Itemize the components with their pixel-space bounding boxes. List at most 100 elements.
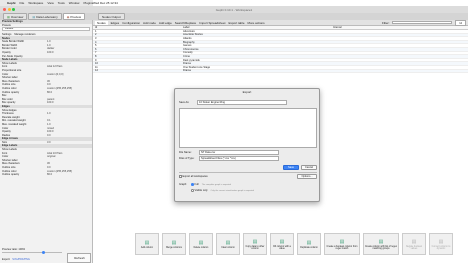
- import-spreadsheet-button[interactable]: Import Spreadsheet: [199, 21, 225, 25]
- column-id-header[interactable]: Id: [93, 26, 183, 29]
- column-action-icon: ▤: [411, 238, 417, 245]
- manage-renderers-tab[interactable]: Manage renderers: [14, 33, 35, 36]
- column-action-button[interactable]: ▤ Delete column: [189, 233, 213, 255]
- property-value[interactable]: 100.0: [47, 51, 54, 54]
- property-value[interactable]: 0.0: [47, 83, 51, 86]
- visible-only-hint: Only the current visualization graph is …: [210, 189, 254, 192]
- column-action-label: Create a boolean column from regex match: [326, 245, 358, 250]
- tab-nodes[interactable]: Nodes: [95, 20, 108, 25]
- settings-tab[interactable]: Settings: [2, 33, 11, 36]
- column-action-button[interactable]: ▤ Convert column to dynamic: [429, 233, 453, 255]
- refresh-label: Refresh: [74, 256, 85, 260]
- property-label: Proportional size: [2, 69, 22, 73]
- property-value[interactable]: 3.0: [47, 141, 51, 144]
- full-radio[interactable]: [191, 183, 194, 186]
- save-button[interactable]: Save: [283, 165, 299, 170]
- preview-ratio-slider[interactable]: [2, 251, 62, 254]
- property-label: Box opacity: [2, 101, 16, 105]
- column-actions-bar: ▤ Add column ▤ Merge columns ▤ Delete column ▤…: [135, 233, 465, 255]
- filter-input[interactable]: [392, 20, 453, 25]
- property-value[interactable]: 30: [47, 162, 50, 165]
- menu-tools[interactable]: Tools: [58, 1, 65, 5]
- settings-property-row: Outline opacity 80.0: [0, 173, 92, 177]
- property-label: Opacity: [2, 130, 11, 134]
- property-value[interactable]: 100.0: [47, 130, 54, 133]
- cell-label: One Student one Stage: [183, 65, 211, 69]
- cancel-button[interactable]: Cancel: [301, 165, 317, 170]
- column-action-button[interactable]: ▤ Clear column: [216, 233, 240, 255]
- app-menu[interactable]: Gephi: [7, 1, 16, 5]
- column-action-label: Convert column to dynamic: [431, 245, 451, 250]
- property-value[interactable]: original: [47, 155, 55, 158]
- property-value[interactable]: 0.1: [47, 119, 51, 122]
- column-action-label: Add column: [140, 246, 154, 249]
- export-all-checkbox[interactable]: [179, 175, 182, 178]
- save-as-input[interactable]: 10 Stoker Engine Ring: [197, 100, 287, 105]
- property-value[interactable]: 80.0: [47, 173, 52, 176]
- file-name-input[interactable]: NT Data.csv: [199, 150, 279, 155]
- presets-select[interactable]: Default: [2, 27, 90, 31]
- property-value[interactable]: Arial 12 Plain: [47, 65, 62, 68]
- menu-file[interactable]: File: [20, 1, 25, 5]
- settings-property-list: Nodes Node Border Width 1.0 Border Width 1.0…: [0, 36, 92, 176]
- property-value[interactable]: darker: [47, 47, 54, 50]
- property-value[interactable]: custom [0,0,0]: [47, 73, 63, 76]
- property-label: Node Border Width: [2, 40, 25, 44]
- property-value[interactable]: custom [255,255,255]: [47, 87, 72, 90]
- property-value[interactable]: 1.0: [47, 123, 51, 126]
- column-action-button[interactable]: ▤ Merge columns: [162, 233, 186, 255]
- property-value[interactable]: 1.0: [47, 112, 51, 115]
- column-action-button[interactable]: ▤ Create a boolean column from regex matc…: [324, 233, 360, 255]
- table-body: 1 Adventure 2 Anecdote Stories 3 Atlantis 4 Bio…: [93, 30, 468, 74]
- column-action-button[interactable]: ▤ Fill column with a value: [270, 233, 294, 255]
- filter-column-select[interactable]: Id: [455, 19, 466, 26]
- column-action-button[interactable]: ▤ Copy data to other column: [243, 233, 267, 255]
- full-label: Full: [194, 183, 199, 186]
- table-row[interactable]: 12 Drama: [93, 69, 468, 74]
- column-action-icon: ▤: [438, 238, 444, 245]
- column-action-label: Duplicate column: [300, 246, 318, 249]
- export-table-button[interactable]: Export table: [228, 21, 244, 25]
- column-action-button[interactable]: ▤ Duplicate column: [297, 233, 321, 255]
- refresh-button[interactable]: Refresh: [67, 253, 91, 263]
- configuration-button[interactable]: Configuration: [122, 21, 140, 25]
- window-title: Gephi 0.10.1 - Workspace1: [215, 7, 253, 12]
- menu-workspace[interactable]: Workspace: [28, 1, 43, 5]
- column-action-icon: ▤: [339, 238, 345, 245]
- column-action-button[interactable]: ▤ Negate boolean values: [402, 233, 426, 255]
- property-value[interactable]: 80.0: [47, 91, 52, 94]
- options-button[interactable]: Options...: [297, 174, 317, 179]
- preview-ratio-label: Preview ratio: 100%: [2, 248, 26, 251]
- tab-edges[interactable]: Edges: [111, 21, 120, 25]
- property-value[interactable]: 1.0: [47, 40, 51, 43]
- property-value[interactable]: 0.0: [47, 166, 51, 169]
- column-interval-header[interactable]: Interval: [333, 26, 463, 29]
- file-browser-area[interactable]: [179, 108, 317, 148]
- add-node-button[interactable]: Add node: [143, 21, 156, 25]
- more-actions-button[interactable]: More actions: [248, 21, 265, 25]
- cell-label: Biography: [183, 40, 195, 44]
- cell-id: 3: [95, 36, 97, 40]
- export-format-button[interactable]: SVG/PDF/PNG: [12, 258, 30, 261]
- full-hint: The complete graph is exported: [201, 183, 231, 186]
- property-value[interactable]: 100.0: [47, 101, 54, 104]
- column-action-icon: ▤: [279, 238, 285, 245]
- menu-plugins[interactable]: Plugins: [83, 1, 93, 5]
- menu-view[interactable]: View: [47, 1, 53, 5]
- files-of-type-select[interactable]: Spreadsheet Files (*.csv *.tsv): [199, 156, 279, 161]
- add-edge-button[interactable]: Add edge: [159, 21, 172, 25]
- cell-id: 5: [95, 44, 97, 48]
- column-action-button[interactable]: ▤ Add column: [135, 233, 159, 255]
- column-action-button[interactable]: ▤ Create column with list of regex matchi…: [363, 233, 399, 255]
- column-label-header[interactable]: Label: [183, 26, 333, 29]
- cell-id: 12: [95, 69, 98, 73]
- files-of-type-label: Files of Type:: [179, 157, 195, 160]
- column-action-icon: ▤: [225, 239, 231, 246]
- column-action-icon: ▤: [378, 238, 384, 245]
- search-replace-button[interactable]: Search/Replace: [175, 21, 196, 25]
- property-label: Edges: [2, 104, 10, 108]
- property-value[interactable]: 0.0: [47, 134, 51, 137]
- visible-only-radio[interactable]: [191, 189, 194, 192]
- window-titlebar: Gephi 0.10.1 - Workspace1: [0, 6, 468, 13]
- menu-window[interactable]: Window: [69, 1, 80, 5]
